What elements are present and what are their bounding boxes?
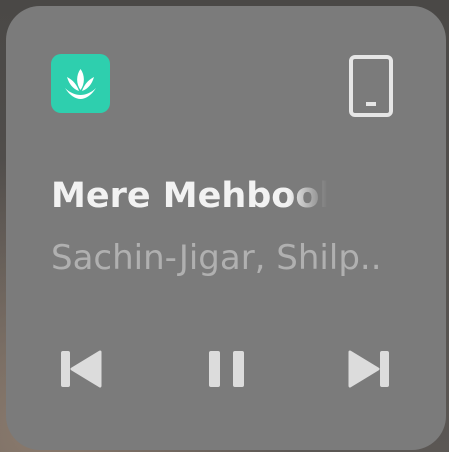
track-title: Mere Mehbook: [51, 176, 327, 216]
pause-icon[interactable]: [202, 344, 252, 394]
track-artist: Sachin-Jigar, Shilp..: [51, 238, 382, 278]
phone-device-icon[interactable]: [348, 54, 394, 118]
media-player-widget[interactable]: Mere Mehbook Sachin-Jigar, Shilp..: [6, 6, 446, 450]
skip-previous-icon[interactable]: [56, 344, 106, 394]
skip-next-icon[interactable]: [344, 344, 394, 394]
jiosaavn-app-icon[interactable]: [51, 54, 110, 113]
